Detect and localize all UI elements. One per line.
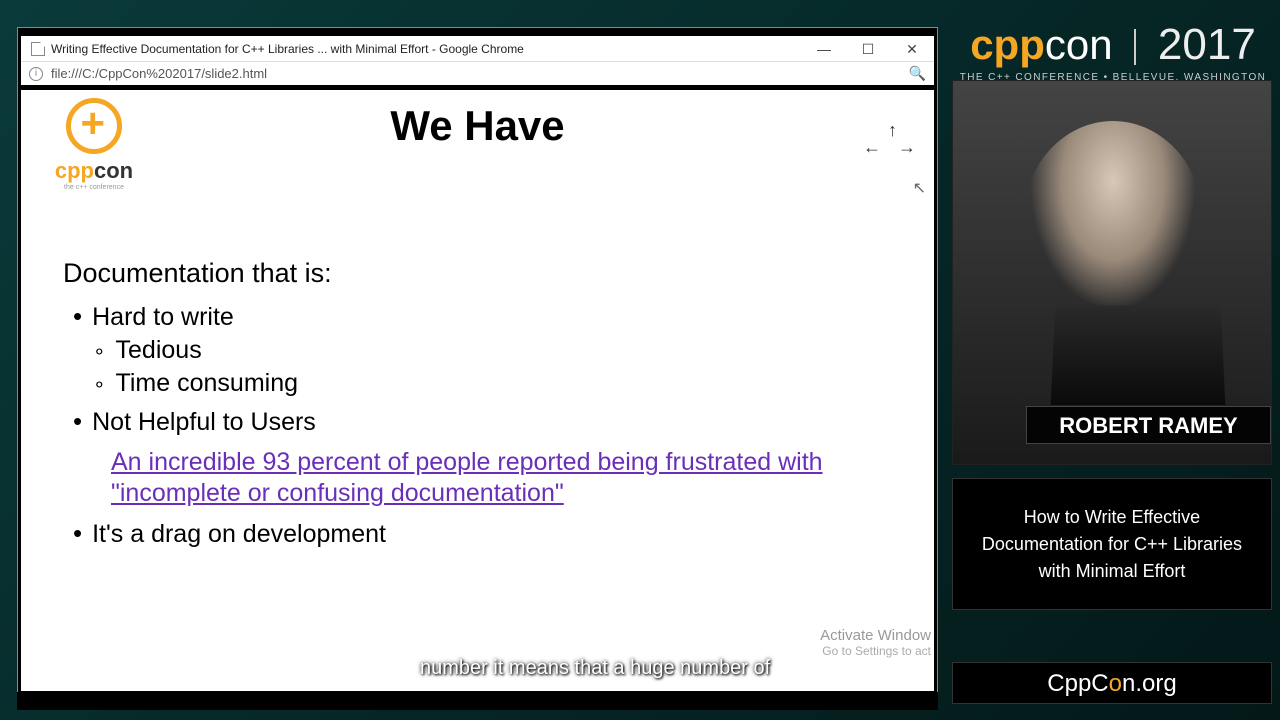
minimize-button[interactable]: — xyxy=(802,36,846,62)
site-suffix: n.org xyxy=(1122,670,1177,697)
talk-title: How to Write Effective Documentation for… xyxy=(973,504,1251,585)
site-o: o xyxy=(1109,670,1122,697)
url-text[interactable]: file:///C:/CppCon%202017/slide2.html xyxy=(51,66,909,81)
activate-watermark: Activate Window Go to Settings to act xyxy=(820,627,931,658)
address-bar: i file:///C:/CppCon%202017/slide2.html 🔍 xyxy=(21,62,934,90)
cursor-icon: ↖ xyxy=(913,178,926,198)
slide-nav[interactable]: ↑ ← → xyxy=(863,120,922,158)
bullet-hard: Hard to write xyxy=(73,301,904,332)
logo-subtitle: the c++ conference xyxy=(29,184,159,191)
slide-area: cppcon the c++ conference We Have ↑ ← → … xyxy=(21,90,934,686)
video-caption: number it means that a huge number of xyxy=(420,657,770,680)
slide-title: We Have xyxy=(31,90,924,150)
cppcon-logo: cppcon the c++ conference xyxy=(29,98,159,191)
logo-con: con xyxy=(94,158,133,183)
site-link-panel[interactable]: CppCon.org xyxy=(952,662,1272,704)
slide-content: Documentation that is: Hard to write Ted… xyxy=(31,150,924,549)
conference-header: cppcon 2017 THE C++ CONFERENCE • BELLEVU… xyxy=(958,20,1268,83)
speaker-name: ROBERT RAMEY xyxy=(1026,406,1271,444)
info-icon[interactable]: i xyxy=(29,67,43,81)
site-prefix: CppC xyxy=(1047,670,1108,697)
conf-year: 2017 xyxy=(1158,20,1256,69)
divider xyxy=(1134,29,1136,65)
close-button[interactable]: ✕ xyxy=(890,36,934,62)
bullet-drag: It's a drag on development xyxy=(73,518,904,549)
bullet-link-wrap: An incredible 93 percent of people repor… xyxy=(111,447,904,510)
bullet-nothelpful: Not Helpful to Users xyxy=(73,406,904,437)
talk-title-panel: How to Write Effective Documentation for… xyxy=(952,478,1272,610)
speaker-figure xyxy=(1023,121,1203,321)
logo-cpp: cpp xyxy=(55,158,94,183)
watermark-title: Activate Window xyxy=(820,627,931,644)
slide-intro: Documentation that is: xyxy=(63,258,904,289)
logo-icon xyxy=(66,98,122,154)
conf-con: con xyxy=(1045,21,1113,68)
logo-text: cppcon xyxy=(29,158,159,184)
maximize-button[interactable]: ☐ xyxy=(846,36,890,62)
zoom-icon[interactable]: 🔍 xyxy=(909,65,926,82)
nav-leftright-icon[interactable]: ← → xyxy=(863,137,922,158)
bullet-tedious: Tedious xyxy=(93,336,904,365)
title-bar: Writing Effective Documentation for C++ … xyxy=(21,36,934,62)
bullet-time: Time consuming xyxy=(93,369,904,398)
window-title: Writing Effective Documentation for C++ … xyxy=(51,42,802,56)
file-icon xyxy=(31,42,45,56)
bottom-black-bar xyxy=(17,692,938,710)
laptop-shape xyxy=(1051,306,1226,406)
frustration-link[interactable]: An incredible 93 percent of people repor… xyxy=(111,448,823,507)
browser-inner: Writing Effective Documentation for C++ … xyxy=(21,36,934,691)
conf-cpp: cpp xyxy=(970,21,1045,68)
conference-logo: cppcon 2017 xyxy=(958,20,1268,70)
watermark-sub: Go to Settings to act xyxy=(820,644,931,658)
speaker-video[interactable]: ROBERT RAMEY xyxy=(952,80,1272,465)
browser-window: Writing Effective Documentation for C++ … xyxy=(17,27,938,695)
